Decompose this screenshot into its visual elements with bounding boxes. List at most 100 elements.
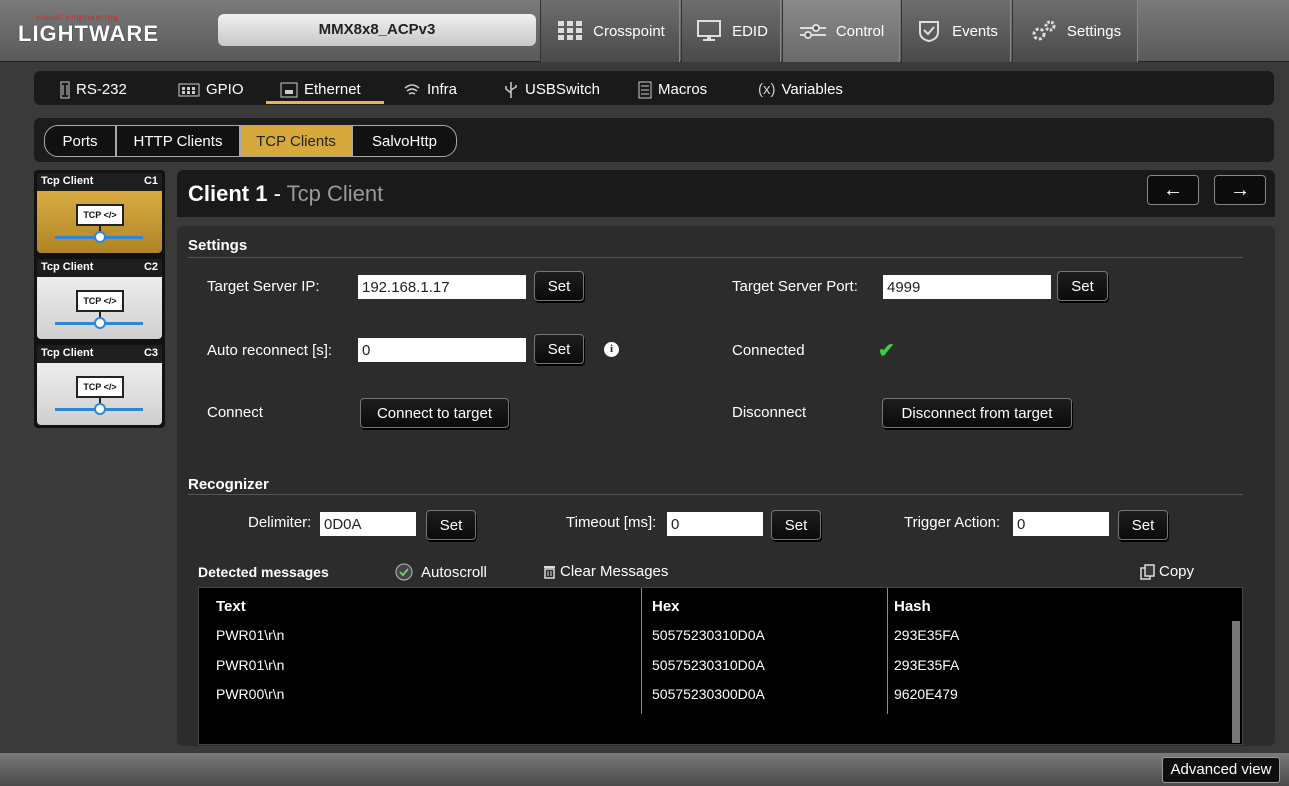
nav-tab-events[interactable]: Events xyxy=(901,0,1011,62)
autoscroll-check-icon xyxy=(395,563,413,581)
bottom-bar xyxy=(0,753,1289,786)
gears-icon xyxy=(1032,20,1056,41)
subtab-label: Variables xyxy=(781,81,843,98)
subtab-macros[interactable]: Macros xyxy=(624,78,739,104)
delimiter-input[interactable] xyxy=(320,512,416,536)
message-text: PWR01\r\n xyxy=(216,657,285,673)
autoscroll-toggle[interactable]: Autoscroll xyxy=(395,563,487,581)
subtab-label: Macros xyxy=(658,81,708,98)
grid-icon xyxy=(558,21,583,40)
network-node xyxy=(94,231,106,243)
target-port-label: Target Server Port: xyxy=(732,278,858,295)
nav-tab-control[interactable]: Control xyxy=(782,0,900,62)
client-type: Tcp Client xyxy=(41,261,94,273)
document-icon xyxy=(638,81,652,98)
message-hash: 9620E479 xyxy=(894,686,958,702)
timeout-input[interactable] xyxy=(667,512,763,536)
nav-tab-edid[interactable]: EDID xyxy=(681,0,781,62)
checkmark-icon: ✔ xyxy=(878,340,895,362)
ethernet-tabs: Ports HTTP Clients TCP Clients SalvoHttp xyxy=(34,118,1274,162)
copy-label: Copy xyxy=(1159,563,1195,580)
ethernet-icon xyxy=(280,82,298,97)
set-timeout-button[interactable]: Set xyxy=(771,510,821,540)
subtab-rs232[interactable]: RS-232 xyxy=(46,78,161,104)
disconnect-label: Disconnect xyxy=(732,404,807,421)
messages-scrollbar[interactable] xyxy=(1232,621,1240,743)
client-card-header: Tcp Client C3 xyxy=(37,345,162,363)
message-hash: 293E35FA xyxy=(894,657,960,673)
message-text: PWR00\r\n xyxy=(216,686,285,702)
nav-tab-settings[interactable]: Settings xyxy=(1012,0,1138,62)
trigger-action-label: Trigger Action: xyxy=(904,514,1001,531)
tcp-client-icon: TCP </> xyxy=(76,204,124,226)
tab-http-clients[interactable]: HTTP Clients xyxy=(116,125,240,157)
message-hash: 293E35FA xyxy=(894,627,960,643)
client-card-c1[interactable]: Tcp Client C1 TCP </> xyxy=(37,173,162,253)
auto-reconnect-input[interactable] xyxy=(358,338,526,362)
panel-title: Client 1 - Tcp Client xyxy=(188,181,383,207)
client-card-c2[interactable]: Tcp Client C2 TCP </> xyxy=(37,259,162,339)
subtab-usbswitch[interactable]: USBSwitch xyxy=(489,78,619,104)
message-text: PWR01\r\n xyxy=(216,627,285,643)
subtab-variables[interactable]: (x) Variables xyxy=(744,78,884,104)
title-separator: - xyxy=(267,181,287,206)
target-ip-input[interactable] xyxy=(358,275,526,299)
subtab-gpio[interactable]: GPIO xyxy=(164,78,264,104)
client-id: C2 xyxy=(143,261,158,273)
column-divider xyxy=(887,588,888,714)
advanced-view-button[interactable]: Advanced view xyxy=(1162,757,1280,783)
recognizer-section-title: Recognizer xyxy=(188,476,269,493)
subtab-label: RS-232 xyxy=(76,81,127,98)
client-card-header: Tcp Client C1 xyxy=(37,173,162,191)
connect-to-target-button[interactable]: Connect to target xyxy=(360,398,509,428)
tab-salvohttp[interactable]: SalvoHttp xyxy=(352,125,457,157)
autoscroll-label: Autoscroll xyxy=(421,563,487,581)
client-type: Tcp Client xyxy=(41,347,94,359)
set-target-port-button[interactable]: Set xyxy=(1057,271,1108,301)
column-divider xyxy=(641,588,642,714)
lightware-logo: visual engineering LIGHTWARE xyxy=(18,13,170,47)
target-port-input[interactable] xyxy=(883,275,1051,299)
section-divider xyxy=(188,257,1243,258)
trigger-action-input[interactable] xyxy=(1013,512,1109,536)
set-target-ip-button[interactable]: Set xyxy=(534,271,584,301)
previous-client-button[interactable]: ← xyxy=(1147,175,1199,205)
clear-messages-button[interactable]: Clear Messages xyxy=(543,563,668,580)
client-subtitle: Tcp Client xyxy=(286,181,384,206)
subtab-ethernet[interactable]: Ethernet xyxy=(266,78,384,104)
subtab-label: USBSwitch xyxy=(525,81,601,98)
info-icon[interactable]: i xyxy=(604,342,619,357)
client-card-c3[interactable]: Tcp Client C3 TCP </> xyxy=(37,345,162,425)
control-subnav: RS-232 GPIO Ethernet Infra USBSwitch Mac… xyxy=(34,71,1274,105)
trash-icon xyxy=(544,566,555,579)
serial-port-icon xyxy=(60,81,70,98)
settings-section-title: Settings xyxy=(188,237,248,254)
next-client-button[interactable]: → xyxy=(1214,175,1266,205)
network-node xyxy=(94,403,106,415)
client-id: C1 xyxy=(143,175,158,187)
disconnect-from-target-button[interactable]: Disconnect from target xyxy=(882,398,1072,428)
client-card-header: Tcp Client C2 xyxy=(37,259,162,277)
copy-button[interactable]: Copy xyxy=(1140,563,1194,580)
message-hex: 50575230310D0A xyxy=(652,657,765,673)
set-auto-reconnect-button[interactable]: Set xyxy=(534,334,584,364)
copy-icon xyxy=(1140,563,1155,580)
column-header-text: Text xyxy=(216,598,246,615)
nav-label: Control xyxy=(835,22,885,40)
nav-tab-crosspoint[interactable]: Crosspoint xyxy=(540,0,680,62)
client-type: Tcp Client xyxy=(41,175,94,187)
column-header-hash: Hash xyxy=(894,598,931,615)
tab-tcp-clients[interactable]: TCP Clients xyxy=(240,125,352,157)
client-id: C3 xyxy=(143,347,158,359)
column-header-hex: Hex xyxy=(652,598,680,615)
device-name[interactable]: MMX8x8_ACPv3 xyxy=(218,14,536,46)
tcp-client-icon: TCP </> xyxy=(76,376,124,398)
set-delimiter-button[interactable]: Set xyxy=(426,510,476,540)
subtab-label: Infra xyxy=(427,81,458,98)
timeout-label: Timeout [ms]: xyxy=(566,514,657,531)
usb-icon xyxy=(505,81,517,98)
set-trigger-action-button[interactable]: Set xyxy=(1118,510,1168,540)
subtab-infra[interactable]: Infra xyxy=(389,78,485,104)
message-hex: 50575230300D0A xyxy=(652,686,765,702)
tab-ports[interactable]: Ports xyxy=(44,125,116,157)
